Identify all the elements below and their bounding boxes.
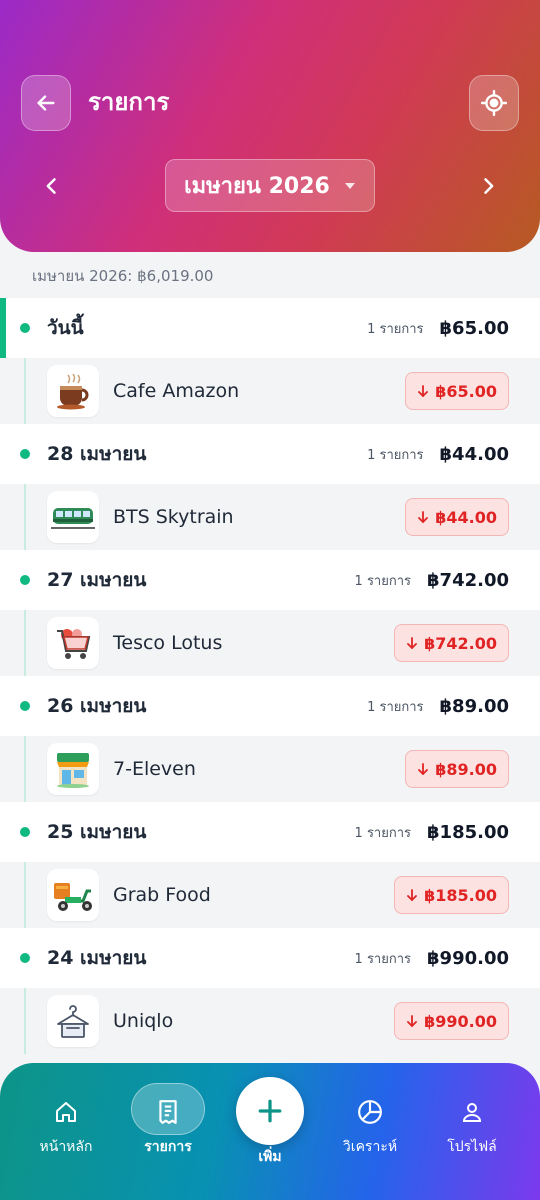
transaction-list: วันนี้ 1 รายการ ฿65.00 Cafe Amazon ฿65.0… [0,298,540,1054]
day-label: 26 เมษายน [47,695,147,717]
nav-home-label: หน้าหลัก [39,1139,93,1155]
transaction-row[interactable]: Grab Food ฿185.00 [0,862,540,928]
day-dot [20,953,30,963]
day-header[interactable]: วันนี้ 1 รายการ ฿65.00 [0,298,540,358]
arrow-left-icon [37,95,55,111]
day-label: 28 เมษายน [47,443,147,465]
train-icon [47,491,99,543]
transaction-name: Tesco Lotus [113,632,223,654]
transaction-row[interactable]: Cafe Amazon ฿65.00 [0,358,540,424]
nav-home[interactable]: หน้าหลัก [16,1083,116,1173]
chevron-right-icon [484,178,494,194]
arrow-down-icon [407,637,418,649]
chevron-left-icon [46,178,56,194]
day-header[interactable]: 27 เมษายน 1 รายการ ฿742.00 [0,550,540,610]
arrow-down-icon [418,763,429,775]
receipt-icon [153,1097,183,1127]
add-label: เพิ่ม [258,1149,282,1165]
coffee-cup-icon [47,365,99,417]
day-header[interactable]: 25 เมษายน 1 รายการ ฿185.00 [0,802,540,862]
amount-value: ฿990.00 [424,1011,497,1031]
shopping-cart-icon [47,617,99,669]
day-dot [20,701,30,711]
day-dot [20,827,30,837]
delivery-scooter-icon [47,869,99,921]
day-dot [20,323,30,333]
day-total: ฿990.00 [427,947,509,969]
month-summary: เมษายน 2026: ฿6,019.00 [32,267,214,285]
day-header[interactable]: 26 เมษายน 1 รายการ ฿89.00 [0,676,540,736]
store-icon [47,743,99,795]
nav-analytics[interactable]: วิเคราะห์ [320,1083,420,1173]
day-count: 1 รายการ [354,573,412,589]
amount-value: ฿742.00 [424,633,497,653]
amount-value: ฿44.00 [435,507,497,527]
add-transaction-button[interactable] [236,1077,304,1145]
day-label: วันนี้ [47,317,84,339]
amount-value: ฿65.00 [435,381,497,401]
amount-value: ฿89.00 [435,759,497,779]
day-dot [20,575,30,585]
transaction-row[interactable]: Tesco Lotus ฿742.00 [0,610,540,676]
arrow-down-icon [418,511,429,523]
arrow-down-icon [418,385,429,397]
transaction-name: Cafe Amazon [113,380,240,402]
locate-button[interactable] [469,75,519,131]
expense-amount-badge: ฿742.00 [394,624,509,662]
day-count: 1 รายการ [367,447,424,463]
day-label: 24 เมษายน [47,947,147,969]
transaction-name: BTS Skytrain [113,506,234,528]
transaction-name: Grab Food [113,884,211,906]
user-icon [457,1097,487,1127]
header: รายการ เมษายน 2026 [0,0,540,252]
day-dot [20,449,30,459]
transaction-name: Uniqlo [113,1010,174,1032]
arrow-down-icon [407,1015,418,1027]
day-total: ฿185.00 [427,821,509,843]
pie-chart-icon [355,1097,385,1127]
day-count: 1 รายการ [354,825,412,841]
expense-amount-badge: ฿65.00 [405,372,509,410]
month-selector[interactable]: เมษายน 2026 [165,159,375,212]
caret-down-icon [344,182,355,189]
day-label: 25 เมษายน [47,821,147,843]
crosshair-icon [481,90,507,116]
amount-value: ฿185.00 [424,885,497,905]
arrow-down-icon [407,889,418,901]
day-count: 1 รายการ [354,951,412,967]
nav-transactions[interactable]: รายการ [118,1083,218,1173]
home-icon [51,1097,81,1127]
transaction-name: 7-Eleven [113,758,196,780]
day-total: ฿89.00 [439,695,509,717]
expense-amount-badge: ฿44.00 [405,498,509,536]
day-header[interactable]: 24 เมษายน 1 รายการ ฿990.00 [0,928,540,988]
next-month-button[interactable] [470,168,506,204]
month-label: เมษายน 2026 [184,174,330,199]
nav-profile[interactable]: โปรไฟล์ [422,1083,522,1173]
day-count: 1 รายการ [367,699,424,715]
expense-amount-badge: ฿990.00 [394,1002,509,1040]
back-button[interactable] [21,75,71,131]
transaction-row[interactable]: 7-Eleven ฿89.00 [0,736,540,802]
plus-icon [258,1099,282,1123]
day-total: ฿65.00 [439,317,509,339]
expense-amount-badge: ฿185.00 [394,876,509,914]
day-header[interactable]: 28 เมษายน 1 รายการ ฿44.00 [0,424,540,484]
day-total: ฿742.00 [427,569,509,591]
page-title: รายการ [88,88,170,116]
expense-amount-badge: ฿89.00 [405,750,509,788]
transaction-row[interactable]: Uniqlo ฿990.00 [0,988,540,1054]
day-count: 1 รายการ [367,321,424,337]
nav-profile-label: โปรไฟล์ [447,1139,497,1155]
nav-analytics-label: วิเคราะห์ [342,1139,398,1155]
transaction-row[interactable]: BTS Skytrain ฿44.00 [0,484,540,550]
previous-month-button[interactable] [34,168,70,204]
day-label: 27 เมษายน [47,569,147,591]
hanger-icon [47,995,99,1047]
day-total: ฿44.00 [439,443,509,465]
nav-transactions-label: รายการ [144,1139,192,1155]
